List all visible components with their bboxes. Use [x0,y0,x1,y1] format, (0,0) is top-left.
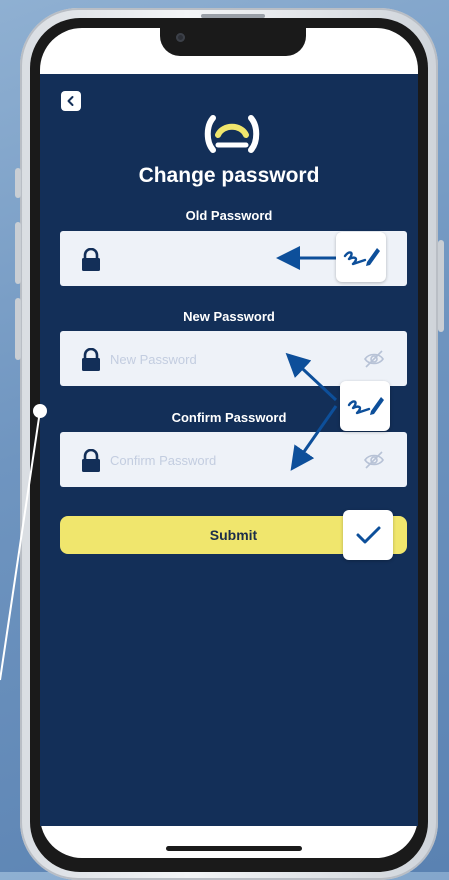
pen-signature-icon [343,248,380,266]
brand-logo-icon [204,115,260,153]
pen-signature-badge [336,232,386,282]
eye-off-icon[interactable] [363,450,385,470]
checkmark-badge [343,510,393,560]
back-button[interactable] [61,91,81,111]
new-password-label: New Password [183,309,275,324]
speaker-grille [201,14,265,18]
checkmark-icon [356,526,381,544]
phone-side-button [15,298,21,360]
lock-icon [82,248,100,271]
lock-icon [82,449,100,472]
new-password-field[interactable] [60,331,407,388]
confirm-password-field[interactable] [60,432,407,489]
phone-side-button [15,168,21,198]
phone-side-button [438,240,444,332]
pen-signature-badge [340,381,390,431]
eye-off-icon[interactable] [363,349,385,369]
home-indicator [166,846,302,851]
new-password-input[interactable] [108,331,352,388]
page-title: Change password [138,164,320,187]
old-password-input[interactable] [108,231,352,288]
confirm-password-input[interactable] [108,432,352,489]
pen-signature-icon [347,397,384,415]
old-password-label: Old Password [185,208,273,223]
chevron-left-icon [67,96,74,106]
phone-side-button [15,222,21,284]
lock-icon [82,348,100,371]
camera-icon [176,33,185,42]
